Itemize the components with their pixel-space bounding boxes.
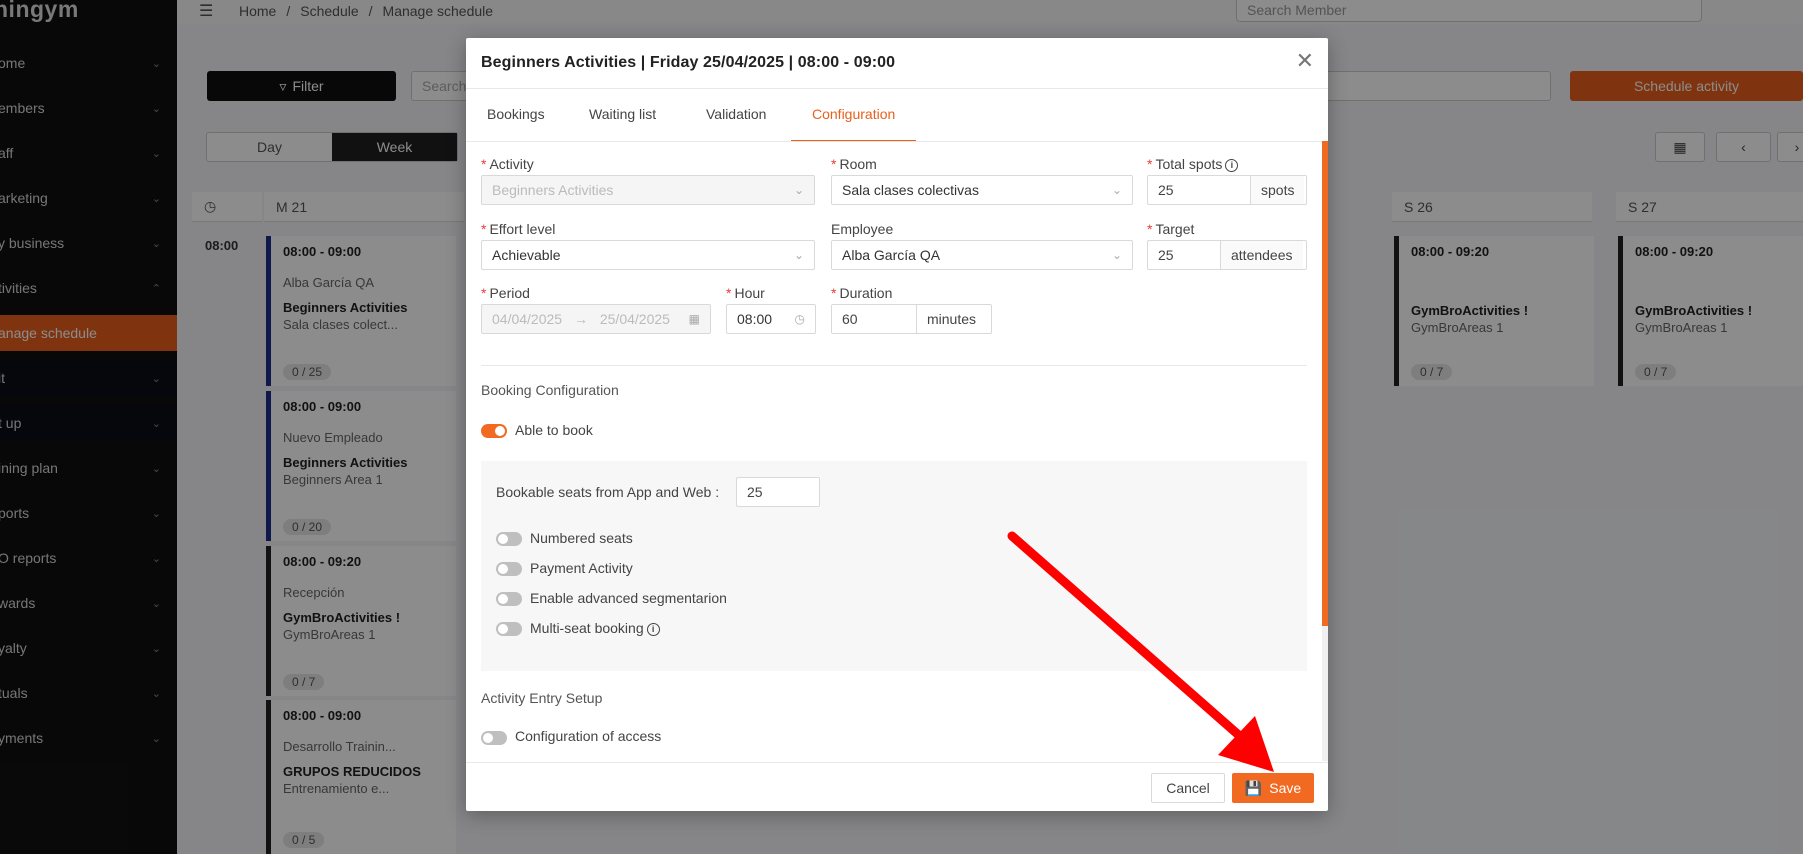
tab-bookings[interactable]: Bookings	[466, 90, 566, 142]
save-button[interactable]: 💾 Save	[1232, 773, 1314, 803]
able-to-book-toggle[interactable]	[481, 424, 507, 438]
effort-level-select[interactable]: Achievable ⌄	[481, 240, 815, 270]
divider	[481, 365, 1307, 366]
clock-icon: ◷	[794, 312, 805, 326]
effort-level-label: * Effort level	[481, 221, 556, 237]
scrollbar-thumb[interactable]	[1322, 141, 1328, 626]
bookable-seats-label: Bookable seats from App and Web :	[496, 484, 720, 500]
save-icon: 💾	[1244, 779, 1263, 796]
divider	[466, 762, 1328, 763]
close-icon[interactable]: ✕	[1296, 48, 1314, 74]
multi-seat-label: Multi-seat booking i	[530, 620, 660, 636]
payment-activity-label: Payment Activity	[530, 560, 633, 576]
info-icon[interactable]: i	[1225, 158, 1239, 172]
total-spots-input[interactable]: 25 spots	[1147, 175, 1307, 205]
numbered-seats-label: Numbered seats	[530, 530, 633, 546]
booking-config-title: Booking Configuration	[481, 382, 619, 398]
chevron-down-icon: ⌄	[793, 248, 804, 262]
modal-title: Beginners Activities | Friday 25/04/2025…	[481, 54, 896, 71]
divider	[466, 141, 1328, 142]
chevron-down-icon: ⌄	[1111, 183, 1122, 197]
employee-label: Employee	[831, 221, 894, 237]
room-label: * Room	[831, 156, 877, 172]
advanced-segmentation-toggle[interactable]	[496, 592, 522, 606]
tab-waiting-list[interactable]: Waiting list	[568, 90, 677, 142]
able-to-book-label: Able to book	[515, 422, 593, 438]
payment-activity-toggle[interactable]	[496, 562, 522, 576]
tab-configuration[interactable]: Configuration	[791, 90, 917, 142]
room-select[interactable]: Sala clases colectivas ⌄	[831, 175, 1133, 205]
info-icon[interactable]: i	[646, 622, 660, 636]
target-input[interactable]: 25 attendees	[1147, 240, 1307, 270]
multi-seat-toggle[interactable]	[496, 622, 522, 636]
target-label: * Target	[1147, 221, 1195, 237]
arrow-right-icon: →	[573, 311, 588, 327]
duration-input[interactable]: 60 minutes	[831, 304, 992, 334]
period-range-picker[interactable]: 04/04/2025 → 25/04/2025 ▦	[481, 304, 711, 334]
calendar-icon: ▦	[688, 312, 700, 326]
activity-select[interactable]: Beginners Activities ⌄	[481, 175, 815, 205]
chevron-down-icon: ⌄	[793, 183, 804, 197]
advanced-segmentation-label: Enable advanced segmentarion	[530, 590, 727, 606]
total-spots-label: * Total spots i	[1147, 156, 1239, 172]
entry-setup-title: Activity Entry Setup	[481, 690, 603, 706]
config-access-toggle[interactable]	[481, 731, 507, 745]
bookable-seats-input[interactable]: 25	[736, 477, 820, 507]
employee-select[interactable]: Alba García QA ⌄	[831, 240, 1133, 270]
period-label: * Period	[481, 285, 530, 301]
tab-bar: Bookings Waiting list Validation Configu…	[466, 90, 1328, 142]
numbered-seats-toggle[interactable]	[496, 532, 522, 546]
hour-label: * Hour	[726, 285, 765, 301]
divider	[466, 88, 1328, 89]
hour-picker[interactable]: 08:00 ◷	[726, 304, 816, 334]
chevron-down-icon: ⌄	[1111, 248, 1122, 262]
tab-validation[interactable]: Validation	[685, 90, 787, 142]
config-access-label: Configuration of access	[515, 728, 662, 744]
activity-modal: Beginners Activities | Friday 25/04/2025…	[466, 38, 1328, 811]
cancel-button[interactable]: Cancel	[1151, 773, 1225, 803]
activity-label: * Activity	[481, 156, 534, 172]
duration-label: * Duration	[831, 285, 893, 301]
